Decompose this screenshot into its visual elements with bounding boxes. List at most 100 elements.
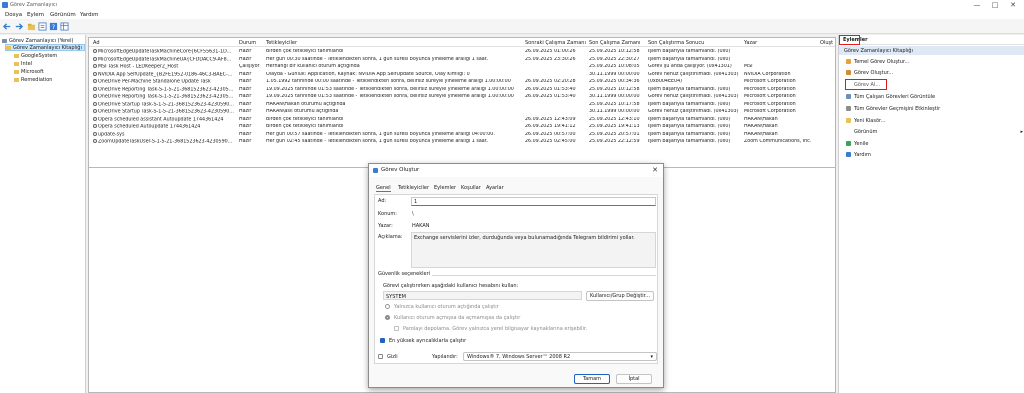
cell-triggers-text: HAKAN\Hakan oturumu açtığında (266, 101, 346, 107)
cell-last-result-text: İşlem başarıyla tamamlandı. (0x0) (648, 139, 731, 144)
cell-next-run: 26.09.2025 19:41:12 (525, 124, 587, 129)
properties-icon[interactable] (38, 22, 47, 31)
ok-button[interactable]: Tamam (574, 374, 610, 384)
folder-up-icon[interactable] (27, 22, 36, 31)
action-help[interactable]: Yardım (839, 149, 1024, 160)
col-author[interactable]: Yazar (744, 40, 757, 46)
cell-next-run-text: 25.09.2025 23:30:26 (525, 56, 576, 62)
cell-author: Microsoft Corporation (744, 102, 818, 107)
tab-conditions[interactable]: Koşullar (461, 185, 481, 191)
location-label: Konum: (378, 211, 397, 217)
cell-last-run: 30.11.1999 00:00:00 (589, 94, 646, 99)
hidden-checkbox[interactable] (378, 354, 383, 359)
tree-item-remediation[interactable]: Remediation (14, 76, 52, 83)
col-last-run[interactable]: Son Çalışma Zamanı (589, 40, 640, 46)
dialog-title: Görev Oluştur (381, 167, 420, 173)
cell-name: update-sys (93, 131, 237, 137)
col-triggers[interactable]: Tetikleyiciler (266, 40, 297, 46)
table-header: Ad Durum Tetikleyiciler Sonraki Çalışma … (89, 38, 835, 47)
tree-item-label: GoogleSystem (21, 52, 58, 59)
cell-last-run-text: 25.09.2025 22:30:27 (589, 56, 640, 62)
action-new-folder[interactable]: Yeni Klasör... (839, 115, 1024, 126)
actions-header: Eylemler (839, 35, 1024, 45)
table-row[interactable]: OneDrive Reporting Task-S-1-5-21-3681523… (89, 93, 835, 101)
location-value: \ (412, 211, 414, 217)
highest-privileges-checkbox[interactable] (380, 338, 385, 343)
no-password-checkbox[interactable] (394, 326, 399, 331)
menu-yardim[interactable]: Yardım (80, 12, 99, 18)
tree-item-googlesystem[interactable]: GoogleSystem (14, 52, 57, 59)
dialog-close-button[interactable]: ✕ (652, 166, 658, 174)
change-user-button[interactable]: Kullanıcı/Grup Değiştir... (586, 291, 654, 301)
menu-eylem[interactable]: Eylem (27, 12, 44, 18)
radio-whether-logged-on[interactable] (385, 315, 390, 320)
action-create-task[interactable]: Görev Oluştur... (839, 67, 1024, 78)
history-icon (846, 106, 851, 111)
table-row[interactable]: Opera scheduled Autoupdate 1744361424 Haz… (89, 123, 835, 131)
table-row[interactable]: OneDrive Startup Task-S-1-5-21-368152362… (89, 101, 835, 109)
table-row[interactable]: OneDrive Reporting Task-S-1-5-21-3681523… (89, 86, 835, 94)
task-clock-icon (93, 101, 97, 106)
cell-last-result: Görev henüz çalıştırılmadı. (0x41303) (648, 109, 742, 114)
menu-dosya[interactable]: Dosya (5, 12, 22, 18)
tab-settings[interactable]: Ayarlar (486, 185, 504, 191)
forward-arrow-icon[interactable] (14, 22, 23, 31)
minimize-button[interactable]: — (970, 0, 984, 10)
radio-only-logged-on[interactable] (385, 304, 390, 309)
tree-library[interactable]: Görev Zamanlayıcı Kitaplığı (5, 44, 85, 51)
cell-name-text: OneDrive Reporting Task-S-1-5-21-3681523… (98, 94, 234, 100)
col-status[interactable]: Durum (239, 40, 256, 46)
table-row[interactable]: update-sys Hazır Her gün 00:57 saatinde - … (89, 131, 835, 139)
configure-select[interactable]: Windows® 7, Windows Server™ 2008 R2 ▾ (463, 352, 657, 361)
help-icon[interactable]: ? (49, 22, 58, 31)
table-row[interactable]: OneDrive Per-Machine Standalone Update T… (89, 78, 835, 86)
name-input[interactable]: 1 (411, 197, 656, 206)
cell-triggers-text: Olayda - Günlük: Application, Kaynak: NV… (266, 71, 470, 77)
table-row[interactable]: MicrosoftEdgeUpdateTaskMachineCore{6CF55… (89, 48, 835, 56)
cell-status-text: Hazır (239, 101, 252, 107)
table-row[interactable]: MicrosoftEdgeUpdateTaskMachineUA{CFDDACC… (89, 56, 835, 64)
table-row[interactable]: Opera scheduled assistant Autoupdate 174… (89, 116, 835, 124)
action-view[interactable]: Görünüm ▸ (839, 126, 1024, 137)
col-created[interactable]: Oluşt (820, 40, 833, 46)
back-arrow-icon[interactable] (3, 22, 12, 31)
close-button[interactable]: ✕ (1006, 0, 1020, 10)
tree-item-intel[interactable]: Intel (14, 60, 32, 67)
cell-next-run: 26.09.2025 01:53:40 (525, 94, 587, 99)
table-row[interactable]: OneDrive Startup Task-S-1-5-21-368152362… (89, 108, 835, 116)
col-next-run[interactable]: Sonraki Çalışma Zamanı (525, 40, 586, 46)
maximize-button[interactable]: □ (988, 0, 1002, 10)
action-display-running[interactable]: Tüm Çalışan Görevleri Görüntüle (839, 91, 1024, 102)
table-row[interactable]: NVIDIA App SelfUpdate_{B2FE1952-0186-46C… (89, 71, 835, 79)
cancel-button[interactable]: İptal (616, 374, 652, 384)
task-clock-icon (93, 124, 97, 128)
action-refresh[interactable]: Yenile (839, 138, 1024, 149)
cell-name: OneDrive Per-Machine Standalone Update T… (93, 79, 237, 85)
cell-name: NVIDIA App SelfUpdate_{B2FE1952-0186-46C… (93, 71, 237, 77)
tab-general[interactable]: Genel (376, 185, 391, 192)
col-name[interactable]: Ad (93, 40, 100, 46)
action-enable-history[interactable]: Tüm Görevler Geçmişini Etkinleştir (839, 103, 1024, 114)
cell-name: OneDrive Startup Task-S-1-5-21-368152362… (93, 109, 237, 115)
tree-root[interactable]: Görev Zamanlayıcı (Yerel) (2, 37, 73, 44)
description-label: Açıklama: (378, 234, 403, 240)
view-icon[interactable] (60, 22, 69, 31)
folder-icon (14, 69, 19, 74)
table-row[interactable]: MSI Task Host - LEDKeeper2_Host Çalışıyor… (89, 63, 835, 71)
security-options-label: Güvenlik seçenekleri (378, 271, 433, 277)
task-icon (846, 70, 851, 75)
description-input[interactable]: Exchange servislerini izler, durduğunda … (411, 232, 656, 268)
wand-icon (846, 59, 851, 64)
action-create-basic-task[interactable]: Temel Görev Oluştur... (839, 56, 1024, 67)
author-label: Yazar: (378, 223, 393, 229)
col-last-result[interactable]: Son Çalıştırma Sonucu (648, 40, 704, 46)
tab-triggers[interactable]: Tetikleyiciler (398, 185, 429, 191)
action-label: Görev Oluştur... (854, 69, 894, 76)
cell-status-text: Hazır (239, 116, 252, 122)
table-row[interactable]: ZoomUpdateTaskUser-S-1-5-21-3681523623-4… (89, 138, 835, 146)
tree-item-microsoft[interactable]: Microsoft (14, 68, 44, 75)
toolbar: ? (0, 19, 1024, 34)
menu-gorunum[interactable]: Görünüm (50, 12, 76, 18)
actions-section[interactable]: Görev Zamanlayıcı Kitaplığı (839, 46, 1024, 55)
tab-actions[interactable]: Eylemler (434, 185, 456, 191)
